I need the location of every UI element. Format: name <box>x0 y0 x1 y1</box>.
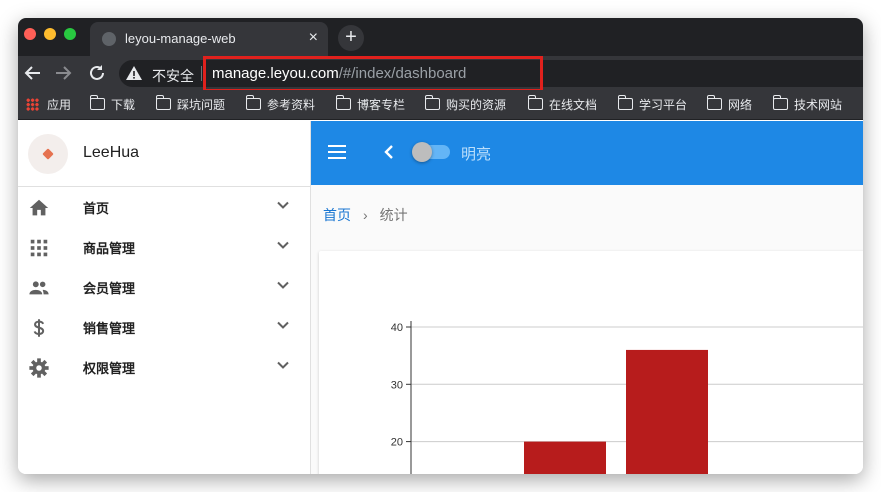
bookmark-label: 学习平台 <box>639 98 688 112</box>
app-page: LeeHua 首页 商品管理 会员管理 销售管理 权限管理 明亮 首页 › 统计… <box>18 121 863 474</box>
folder-icon <box>335 95 351 110</box>
main-content: 明亮 首页 › 统计 20 30 40 <box>311 121 863 474</box>
new-tab-button[interactable]: + <box>338 25 364 51</box>
bookmark-label: 购买的资源 <box>446 98 507 112</box>
sidebar-item-label: 会员管理 <box>83 281 136 296</box>
omnibox-divider <box>201 66 202 81</box>
menu-icon[interactable] <box>328 145 346 159</box>
chart-bar <box>626 349 708 474</box>
sidebar-item-label: 首页 <box>83 201 110 216</box>
chevron-down-icon <box>277 361 289 369</box>
bookmark-label: 博客专栏 <box>357 98 406 112</box>
bookmark-label: 应用 <box>47 98 72 112</box>
bookmark-folder[interactable]: 在线文档 <box>527 95 598 114</box>
folder-icon <box>617 95 633 110</box>
folder-icon <box>424 95 440 110</box>
bookmark-label: 网络 <box>728 98 753 112</box>
browser-window: leyou-manage-web × + 不安全 manage.leyou.co… <box>18 18 863 474</box>
avatar[interactable] <box>28 134 68 174</box>
arrow-left-icon <box>24 66 40 80</box>
breadcrumb-current: 统计 <box>379 207 408 223</box>
sidebar: LeeHua 首页 商品管理 会员管理 销售管理 权限管理 <box>18 121 311 474</box>
globe-icon <box>102 32 116 46</box>
breadcrumb: 首页 › 统计 <box>323 205 408 225</box>
bookmarks-bar: 应用 下载 踩坑问题 参考资料 博客专栏 购买的资源 在线文档 学习平台 网络 … <box>18 90 863 120</box>
arrow-right-icon <box>56 66 72 80</box>
folder-icon <box>89 95 105 110</box>
switch-thumb <box>412 142 432 162</box>
apps-icon <box>26 98 39 111</box>
folder-icon <box>155 95 171 110</box>
reload-icon <box>90 65 104 80</box>
browser-tab[interactable]: leyou-manage-web × <box>90 22 328 56</box>
theme-label: 明亮 <box>461 146 492 163</box>
folder-icon <box>245 95 261 110</box>
folder-icon <box>527 95 543 110</box>
tab-strip: leyou-manage-web × + <box>18 18 863 56</box>
bookmark-folder[interactable]: 购买的资源 <box>424 95 507 114</box>
app-bar: 明亮 <box>311 121 863 185</box>
chart-bar <box>524 441 606 474</box>
bar-chart: 20 30 40 <box>391 321 863 474</box>
username: LeeHua <box>83 144 140 161</box>
sidebar-item-products[interactable]: 商品管理 <box>18 227 310 267</box>
y-tick-label: 40 <box>391 322 403 334</box>
bookmark-folder[interactable]: 网络 <box>706 95 753 114</box>
sidebar-item-label: 商品管理 <box>83 241 136 256</box>
sidebar-item-sales[interactable]: 销售管理 <box>18 307 310 347</box>
url-highlight-box <box>203 56 543 92</box>
warning-icon <box>126 66 142 80</box>
bookmark-folder[interactable]: 踩坑问题 <box>155 95 226 114</box>
sidebar-item-home[interactable]: 首页 <box>18 187 310 227</box>
folder-icon <box>772 95 788 110</box>
bookmark-apps[interactable]: 应用 <box>26 96 71 114</box>
bookmark-folder[interactable]: 参考资料 <box>245 95 316 114</box>
theme-switch[interactable] <box>412 142 450 162</box>
apps-grid-icon <box>30 239 48 257</box>
sidebar-item-permissions[interactable]: 权限管理 <box>18 347 310 387</box>
y-tick-label: 30 <box>391 379 403 391</box>
home-icon <box>29 199 49 216</box>
bookmark-label: 参考资料 <box>267 98 316 112</box>
sidebar-item-label: 权限管理 <box>83 361 136 376</box>
security-label[interactable]: 不安全 <box>152 66 194 86</box>
back-button[interactable] <box>22 62 44 84</box>
close-window-button[interactable] <box>24 28 36 40</box>
user-profile[interactable]: LeeHua <box>18 121 310 187</box>
bookmark-label: 下载 <box>111 98 136 112</box>
bookmark-folder[interactable]: 技术网站 <box>772 95 843 114</box>
dollar-icon <box>33 319 45 337</box>
chevron-down-icon <box>277 281 289 289</box>
bookmark-folder[interactable]: 下载 <box>89 95 136 114</box>
chart-card: 20 30 40 <box>319 251 863 474</box>
gear-icon <box>29 358 49 378</box>
minimize-window-button[interactable] <box>44 28 56 40</box>
chevron-down-icon <box>277 321 289 329</box>
tab-close-icon[interactable]: × <box>309 29 318 47</box>
reload-button[interactable] <box>86 62 108 84</box>
folder-icon <box>706 95 722 110</box>
maximize-window-button[interactable] <box>64 28 76 40</box>
chevron-left-icon[interactable] <box>383 143 395 161</box>
people-icon <box>29 281 49 295</box>
bookmark-label: 在线文档 <box>549 98 598 112</box>
chevron-down-icon <box>277 201 289 209</box>
breadcrumb-separator: › <box>363 207 368 223</box>
bookmark-folder[interactable]: 博客专栏 <box>335 95 406 114</box>
chevron-down-icon <box>277 241 289 249</box>
bookmark-folder[interactable]: 学习平台 <box>617 95 688 114</box>
forward-button[interactable] <box>52 62 74 84</box>
bookmark-label: 踩坑问题 <box>177 98 226 112</box>
sidebar-item-members[interactable]: 会员管理 <box>18 267 310 307</box>
sidebar-item-label: 销售管理 <box>83 321 136 336</box>
tab-title: leyou-manage-web <box>125 31 236 46</box>
breadcrumb-home[interactable]: 首页 <box>323 207 351 223</box>
y-tick-label: 20 <box>391 437 403 449</box>
bookmark-label: 技术网站 <box>794 98 843 112</box>
